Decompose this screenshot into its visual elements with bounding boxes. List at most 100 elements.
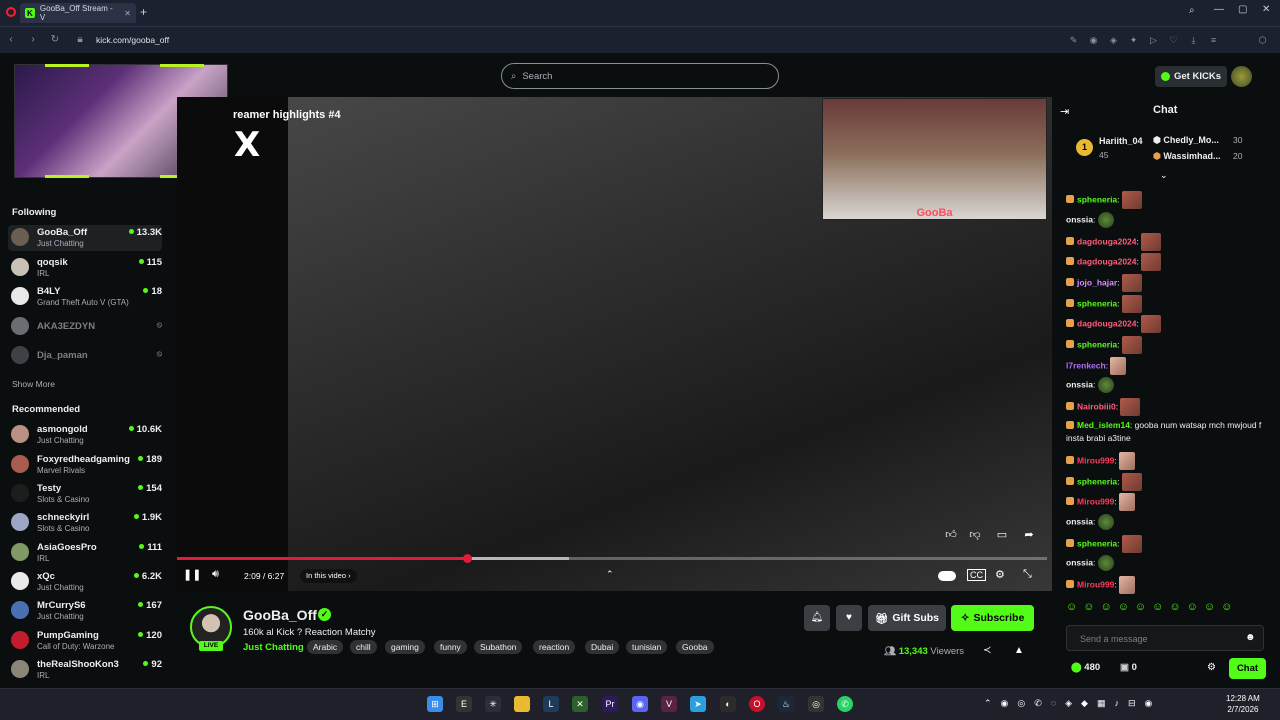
search-tabs-icon[interactable]: ⌕ — [1189, 5, 1195, 16]
chat-username[interactable]: dagdouga2024 — [1077, 256, 1137, 266]
tag[interactable]: Arabic — [307, 640, 344, 654]
comment-icon[interactable]: ▭ — [994, 527, 1010, 543]
chat-username[interactable]: jojo_hajar — [1077, 277, 1117, 287]
sidebar-item-recommended[interactable]: Testy Slots & Casino 154 — [8, 481, 162, 507]
chat-username[interactable]: onssia — [1066, 557, 1093, 567]
back-icon[interactable]: ‹ — [5, 34, 17, 46]
whatsapp-icon[interactable]: ✆ — [837, 696, 853, 712]
get-kicks-button[interactable]: Get KICKs — [1155, 66, 1227, 87]
sidebar-item-following[interactable]: B4LY Grand Theft Auto V (GTA) 18 — [8, 284, 162, 310]
chat-username[interactable]: Mirou999 — [1077, 496, 1114, 506]
stream-category-link[interactable]: Just Chatting — [243, 642, 304, 653]
new-tab-button[interactable]: + — [140, 5, 152, 19]
chat-username[interactable]: spheneria — [1077, 298, 1117, 308]
chat-username[interactable]: Med_islem14 — [1077, 420, 1130, 430]
chevron-up-icon[interactable]: ⌃ — [606, 569, 614, 580]
heart-icon[interactable]: ♡ — [1167, 34, 1180, 47]
chat-username[interactable]: spheneria — [1077, 194, 1117, 204]
share-icon[interactable]: ➦ — [1021, 527, 1037, 543]
app-icon[interactable]: V — [661, 696, 677, 712]
premiere-icon[interactable]: Pr — [602, 696, 618, 712]
chat-username[interactable]: onssia — [1066, 379, 1093, 389]
discord-icon[interactable]: ◉ — [632, 696, 648, 712]
system-tray-icons[interactable]: ⌃◉◎✆◌◈◆▦♪⊟◉ — [984, 698, 1161, 709]
sidebar-item-recommended[interactable]: MrCurryS6 Just Chatting 167 — [8, 598, 162, 624]
shield-icon[interactable]: ◈ — [1107, 34, 1120, 47]
url-field[interactable]: kick.com/gooba_off — [96, 35, 169, 45]
chat-username[interactable]: l7renkech — [1066, 360, 1106, 370]
tag[interactable]: funny — [434, 640, 467, 654]
search-input[interactable]: ⌕ Search — [501, 63, 779, 89]
chat-username[interactable]: onssia — [1066, 214, 1093, 224]
kicks-balance[interactable]: ⬤ 480 — [1071, 662, 1100, 673]
close-window-icon[interactable]: ✕ — [1262, 4, 1270, 15]
sidebar-item-recommended[interactable]: Foxyredheadgaming Marvel Rivals 189 — [8, 452, 162, 478]
volume-icon[interactable]: 🔊︎ — [212, 568, 219, 581]
chat-username[interactable]: dagdouga2024 — [1077, 236, 1137, 246]
settings-gear-icon[interactable]: ⚙ — [995, 568, 1005, 581]
close-tab-icon[interactable]: ✕ — [124, 9, 131, 18]
app-icon[interactable]: ◐ — [720, 696, 736, 712]
in-this-video-button[interactable]: In this video › — [300, 569, 357, 583]
leaderboard-name[interactable]: ⬢ Wassimhad... — [1153, 151, 1221, 162]
app-icon[interactable]: ✕ — [572, 696, 588, 712]
sidebar-item-following[interactable]: AKA3EZDYN ⦸ — [8, 314, 162, 340]
opera-logo-icon[interactable] — [6, 7, 16, 17]
leaderboard-name[interactable]: Hariith_04 — [1099, 136, 1143, 146]
windows-start-icon[interactable]: ⊞ — [427, 696, 443, 712]
opera-icon[interactable]: O — [749, 696, 765, 712]
play-icon[interactable]: ▷ — [1147, 34, 1160, 47]
collapse-chat-icon[interactable]: ⇥ — [1060, 105, 1069, 118]
tag[interactable]: Subathon — [474, 640, 523, 654]
settings-icon[interactable]: ⬡ — [1256, 34, 1269, 47]
share-stream-icon[interactable]: ≺ — [983, 645, 991, 656]
chat-username[interactable]: spheneria — [1077, 538, 1117, 548]
send-chat-button[interactable]: Chat — [1229, 658, 1266, 679]
pause-icon[interactable]: ❚❚ — [183, 568, 201, 581]
progress-handle[interactable] — [462, 554, 472, 563]
leaderboard-name[interactable]: ⬢ Chedly_Mo... — [1153, 135, 1219, 146]
follow-heart-button[interactable]: ♥ — [836, 605, 862, 631]
app-icon[interactable]: ◎ — [808, 696, 824, 712]
captions-icon[interactable]: CC — [967, 569, 986, 581]
chat-username[interactable]: spheneria — [1077, 339, 1117, 349]
taskbar-clock[interactable]: 12:28 AM 2/7/2026 — [1226, 693, 1260, 715]
menu-icon[interactable]: ≡ — [1207, 34, 1220, 47]
show-more-link[interactable]: Show More — [12, 379, 55, 389]
file-explorer-icon[interactable] — [514, 696, 530, 712]
sidebar-item-recommended[interactable]: AsiaGoesPro IRL 111 — [8, 540, 162, 566]
tag[interactable]: reaction — [533, 640, 576, 654]
minimize-icon[interactable]: — — [1214, 4, 1224, 15]
channel-name-heading[interactable]: GooBa_Off — [243, 607, 317, 623]
notification-bell-button[interactable]: 🔔︎ — [804, 605, 830, 631]
expand-leaderboard-icon[interactable]: ⌄ — [1160, 170, 1168, 181]
sidebar-item-following[interactable]: Dja_paman ⦸ — [8, 343, 162, 369]
app-icon[interactable]: L — [543, 696, 559, 712]
autoplay-toggle[interactable] — [938, 571, 956, 581]
tag[interactable]: gaming — [385, 640, 425, 654]
tag[interactable]: tunisian — [626, 640, 668, 654]
emote-bar[interactable]: ☺☺☺☺☺☺☺☺☺☺ — [1066, 601, 1273, 617]
extension-icon[interactable]: ✦ — [1127, 34, 1140, 47]
telegram-icon[interactable]: ➤ — [690, 696, 706, 712]
tag[interactable]: Gooba — [676, 640, 714, 654]
sidebar-item-recommended[interactable]: asmongold Just Chatting 10.6K — [8, 422, 162, 448]
sidebar-item-following[interactable]: qoqsik IRL 115 — [8, 255, 162, 281]
dislike-icon[interactable]: 👎︎ — [967, 527, 983, 543]
tag[interactable]: chill — [350, 640, 377, 654]
gift-subs-button[interactable]: 🎁︎ Gift Subs — [868, 605, 946, 631]
download-icon[interactable]: ⤓ — [1187, 34, 1200, 47]
sidebar-item-recommended[interactable]: schneckyirl Slots & Casino 1.9K — [8, 510, 162, 536]
epic-games-icon[interactable]: E — [456, 696, 472, 712]
chat-username[interactable]: Mirou999 — [1077, 579, 1114, 589]
reload-icon[interactable]: ↻ — [49, 34, 61, 46]
browser-tab[interactable]: K GooBa_Off Stream - V ✕ — [20, 3, 136, 23]
sidebar-item-recommended[interactable]: xQc Just Chatting 6.2K — [8, 569, 162, 595]
chat-username[interactable]: Nairobiii0 — [1077, 401, 1116, 411]
chat-username[interactable]: onssia — [1066, 516, 1093, 526]
sidebar-item-following[interactable]: GooBa_Off Just Chatting 13.3K — [8, 225, 162, 251]
subscribe-button[interactable]: ✧ Subscribe — [951, 605, 1034, 631]
video-progress-bar[interactable] — [177, 554, 1047, 563]
camera-icon[interactable]: ◉ — [1087, 34, 1100, 47]
chat-username[interactable]: Mirou999 — [1077, 455, 1114, 465]
